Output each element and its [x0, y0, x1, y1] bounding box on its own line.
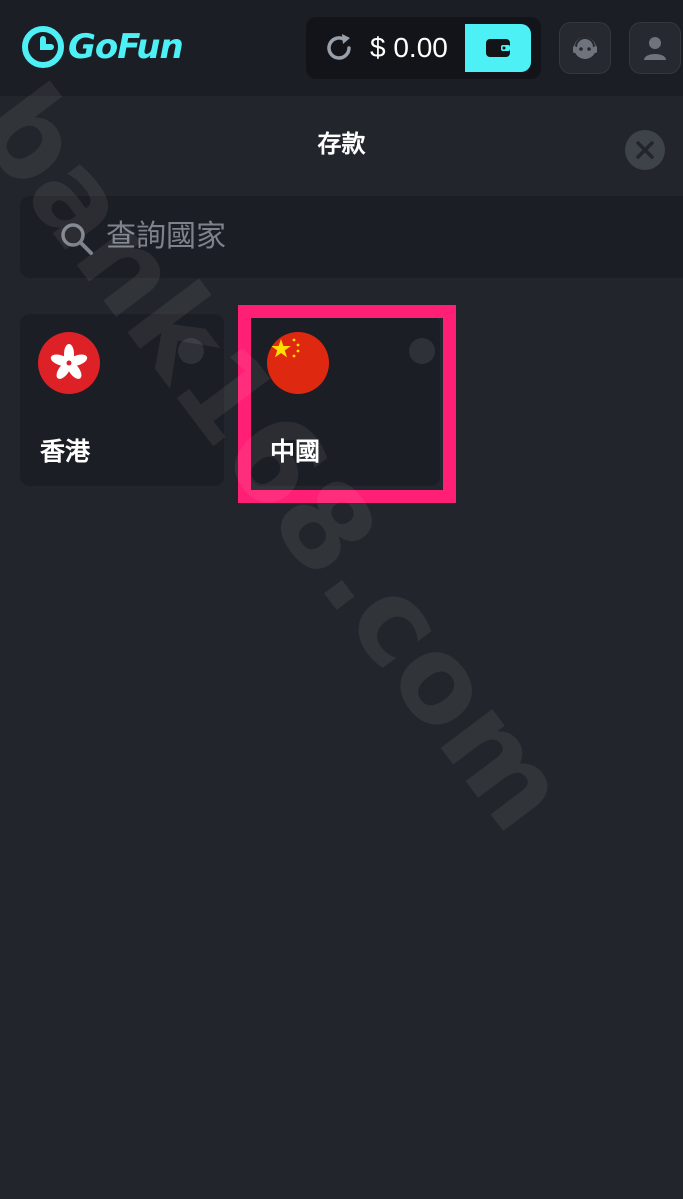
modal-title: 存款	[317, 131, 366, 158]
country-name: 中國	[270, 438, 321, 466]
brand-name: GoFun	[68, 27, 184, 67]
close-button[interactable]	[625, 130, 665, 170]
close-icon	[636, 141, 654, 159]
country-search-input[interactable]	[106, 214, 646, 258]
radio-indicator	[178, 338, 204, 364]
country-card-hong-kong[interactable]: 香港	[20, 314, 224, 486]
wallet-button[interactable]	[465, 24, 531, 72]
brand-logo[interactable]: GoFun	[22, 26, 184, 68]
country-search-box	[20, 196, 683, 278]
china-flag-icon	[267, 332, 329, 394]
search-icon	[61, 223, 93, 255]
gofun-logo-icon	[22, 26, 64, 68]
balance-widget: $ 0.00	[306, 17, 541, 79]
customer-service-icon	[573, 37, 597, 59]
profile-button[interactable]	[629, 22, 681, 74]
hong-kong-flag-icon	[38, 332, 100, 394]
refresh-icon[interactable]	[322, 31, 356, 65]
top-bar: GoFun $ 0.00	[0, 0, 683, 96]
country-card-china[interactable]: 中國	[250, 314, 440, 486]
user-icon	[644, 37, 666, 60]
radio-indicator	[409, 338, 435, 364]
balance-amount: $ 0.00	[370, 32, 448, 63]
country-name: 香港	[40, 438, 91, 466]
customer-service-button[interactable]	[559, 22, 611, 74]
wallet-icon	[486, 39, 510, 57]
